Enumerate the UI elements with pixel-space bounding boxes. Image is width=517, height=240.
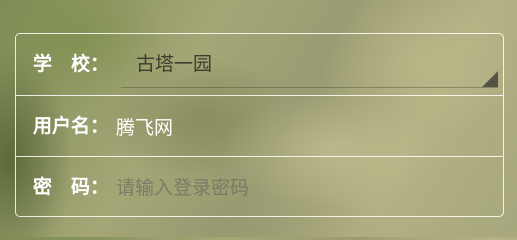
password-label: 密 码： xyxy=(33,176,110,198)
username-input[interactable] xyxy=(116,104,486,149)
school-label: 学 校： xyxy=(33,53,110,75)
username-row: 用户名： xyxy=(16,96,503,157)
school-selected-value: 古塔一园 xyxy=(136,53,213,75)
password-row: 密 码： xyxy=(16,157,503,216)
school-row: 学 校： 古塔一园 xyxy=(16,34,503,95)
password-input[interactable] xyxy=(116,165,486,210)
school-select[interactable]: 古塔一园 xyxy=(121,44,498,88)
username-label: 用户名： xyxy=(33,115,110,137)
login-form-panel: 学 校： 古塔一园 用户名： 密 码： xyxy=(15,33,504,217)
select-corner-triangle-icon xyxy=(482,71,498,87)
